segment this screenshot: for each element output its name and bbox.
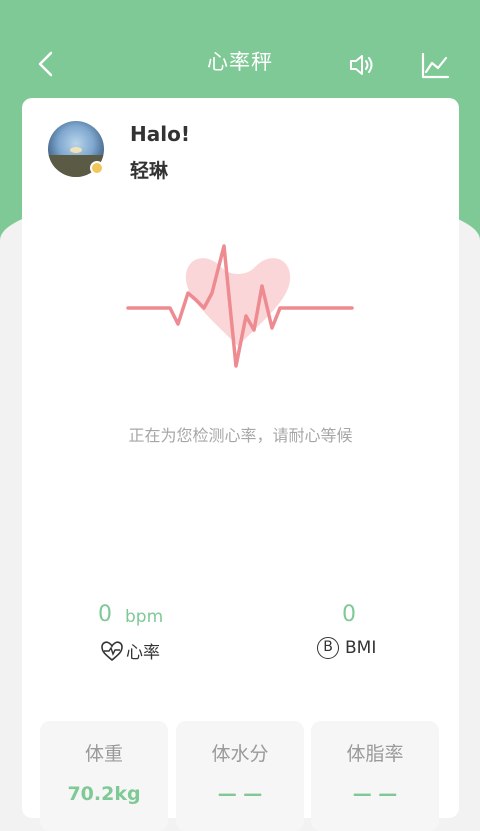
- heart-pulse-graphic: [126, 244, 354, 368]
- heart-rate-value: 0: [98, 602, 112, 627]
- heart-rate-unit: bpm: [125, 607, 164, 627]
- stat-label: 体脂率: [346, 743, 404, 765]
- heart-shape: [185, 258, 291, 346]
- detecting-status-text: 正在为您检测心率，请耐心等候: [128, 426, 353, 445]
- stat-card-weight[interactable]: 体重 70.2kg: [40, 721, 168, 831]
- heart-rate-label-group: 心率: [100, 638, 160, 663]
- speaker-icon[interactable]: [348, 52, 376, 78]
- stat-value: — —: [352, 783, 398, 805]
- main-card: Halo! 轻琳 正在为您检测心率，请耐心等候 0 bpm 心率 0 B BMI…: [22, 98, 459, 831]
- page-title: 心率秤: [207, 50, 273, 74]
- stat-value: 70.2kg: [67, 783, 141, 805]
- bmi-label-group: B BMI: [317, 637, 376, 659]
- stat-label: 体水分: [211, 743, 269, 765]
- stat-value: — —: [217, 783, 263, 805]
- heart-pulse-icon: [101, 640, 123, 661]
- bmi-value: 0: [342, 602, 356, 627]
- trend-chart-icon[interactable]: [420, 52, 450, 80]
- avatar-sun: [70, 147, 82, 153]
- avatar-badge-icon: [90, 161, 104, 175]
- bmi-label: BMI: [345, 638, 377, 658]
- greeting-text: Halo!: [130, 122, 190, 146]
- bmi-circle-icon: B: [317, 637, 339, 659]
- stat-card-body-water[interactable]: 体水分 — —: [176, 721, 304, 831]
- stat-card-body-fat[interactable]: 体脂率 — —: [311, 721, 439, 831]
- stat-label: 体重: [84, 743, 123, 765]
- username: 轻琳: [130, 160, 169, 182]
- heart-rate-label: 心率: [126, 643, 160, 663]
